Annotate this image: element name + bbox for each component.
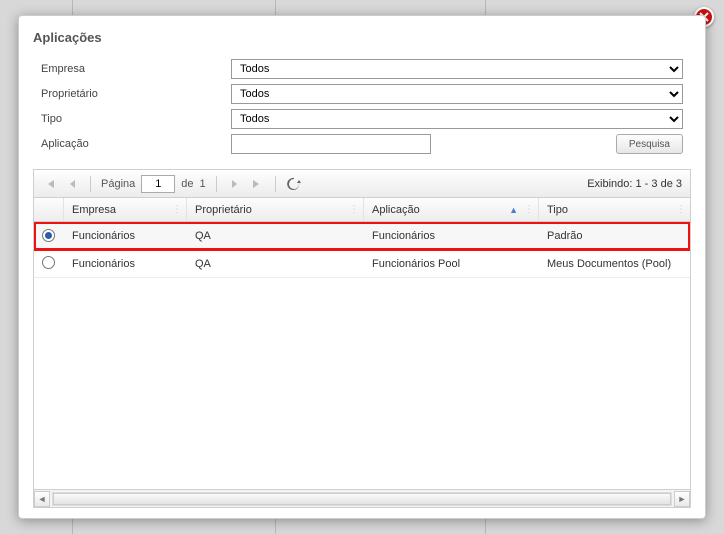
header-tipo[interactable]: Tipo⋮ (539, 198, 690, 221)
cell-aplicacao: Funcionários (364, 230, 539, 242)
first-page-icon[interactable] (42, 176, 58, 192)
table-row[interactable]: FuncionáriosQAFuncionários PoolMeus Docu… (34, 250, 690, 278)
of-label: de (181, 178, 193, 190)
row-radio[interactable] (34, 256, 64, 272)
aplicacao-input[interactable] (231, 134, 431, 154)
cell-aplicacao: Funcionários Pool (364, 258, 539, 270)
empresa-label: Empresa (41, 63, 231, 75)
scroll-track[interactable] (52, 492, 672, 506)
cell-empresa: Funcionários (64, 230, 187, 242)
applications-dialog: Aplicações Empresa Todos Proprietário To… (18, 15, 706, 519)
cell-proprietario: QA (187, 258, 364, 270)
page-label: Página (101, 178, 135, 190)
header-empresa[interactable]: Empresa⋮ (64, 198, 187, 221)
proprietario-label: Proprietário (41, 88, 231, 100)
sort-grip-icon: ⋮ (349, 204, 359, 215)
paging-status: Exibindo: 1 - 3 de 3 (587, 178, 682, 190)
grid-toolbar: Página de 1 Exibindo: 1 - 3 de 3 (34, 170, 690, 198)
sort-grip-icon: ⋮ (676, 204, 686, 215)
dialog-title: Aplicações (33, 30, 691, 45)
table-row[interactable]: FuncionáriosQAFuncionáriosPadrão (34, 222, 690, 250)
prev-page-icon[interactable] (64, 176, 80, 192)
tipo-select[interactable]: Todos (231, 109, 683, 129)
cell-tipo: Padrão (539, 230, 690, 242)
filters-panel: Empresa Todos Proprietário Todos Tipo To… (41, 59, 683, 159)
page-input[interactable] (141, 175, 175, 193)
horizontal-scrollbar[interactable]: ◄ ► (34, 489, 690, 507)
tipo-label: Tipo (41, 113, 231, 125)
scroll-thumb[interactable] (53, 493, 671, 505)
proprietario-select[interactable]: Todos (231, 84, 683, 104)
sort-asc-icon: ▲ (509, 205, 518, 215)
row-radio[interactable] (34, 229, 64, 242)
total-pages: 1 (200, 178, 206, 190)
scroll-right-icon[interactable]: ► (674, 491, 690, 507)
grid-rows: FuncionáriosQAFuncionáriosPadrãoFuncioná… (34, 222, 690, 489)
aplicacao-label: Aplicação (41, 138, 231, 150)
search-button[interactable]: Pesquisa (616, 134, 683, 154)
results-grid: Página de 1 Exibindo: 1 - 3 de 3 Empresa… (33, 169, 691, 508)
column-headers: Empresa⋮ Proprietário⋮ Aplicação▲⋮ Tipo⋮ (34, 198, 690, 222)
scroll-left-icon[interactable]: ◄ (34, 491, 50, 507)
next-page-icon[interactable] (227, 176, 243, 192)
header-select (34, 198, 64, 221)
cell-proprietario: QA (187, 230, 364, 242)
refresh-icon[interactable] (286, 176, 302, 192)
cell-tipo: Meus Documentos (Pool) (539, 258, 690, 270)
last-page-icon[interactable] (249, 176, 265, 192)
header-aplicacao[interactable]: Aplicação▲⋮ (364, 198, 539, 221)
cell-empresa: Funcionários (64, 258, 187, 270)
empresa-select[interactable]: Todos (231, 59, 683, 79)
sort-grip-icon: ⋮ (524, 204, 534, 215)
sort-grip-icon: ⋮ (172, 204, 182, 215)
header-proprietario[interactable]: Proprietário⋮ (187, 198, 364, 221)
